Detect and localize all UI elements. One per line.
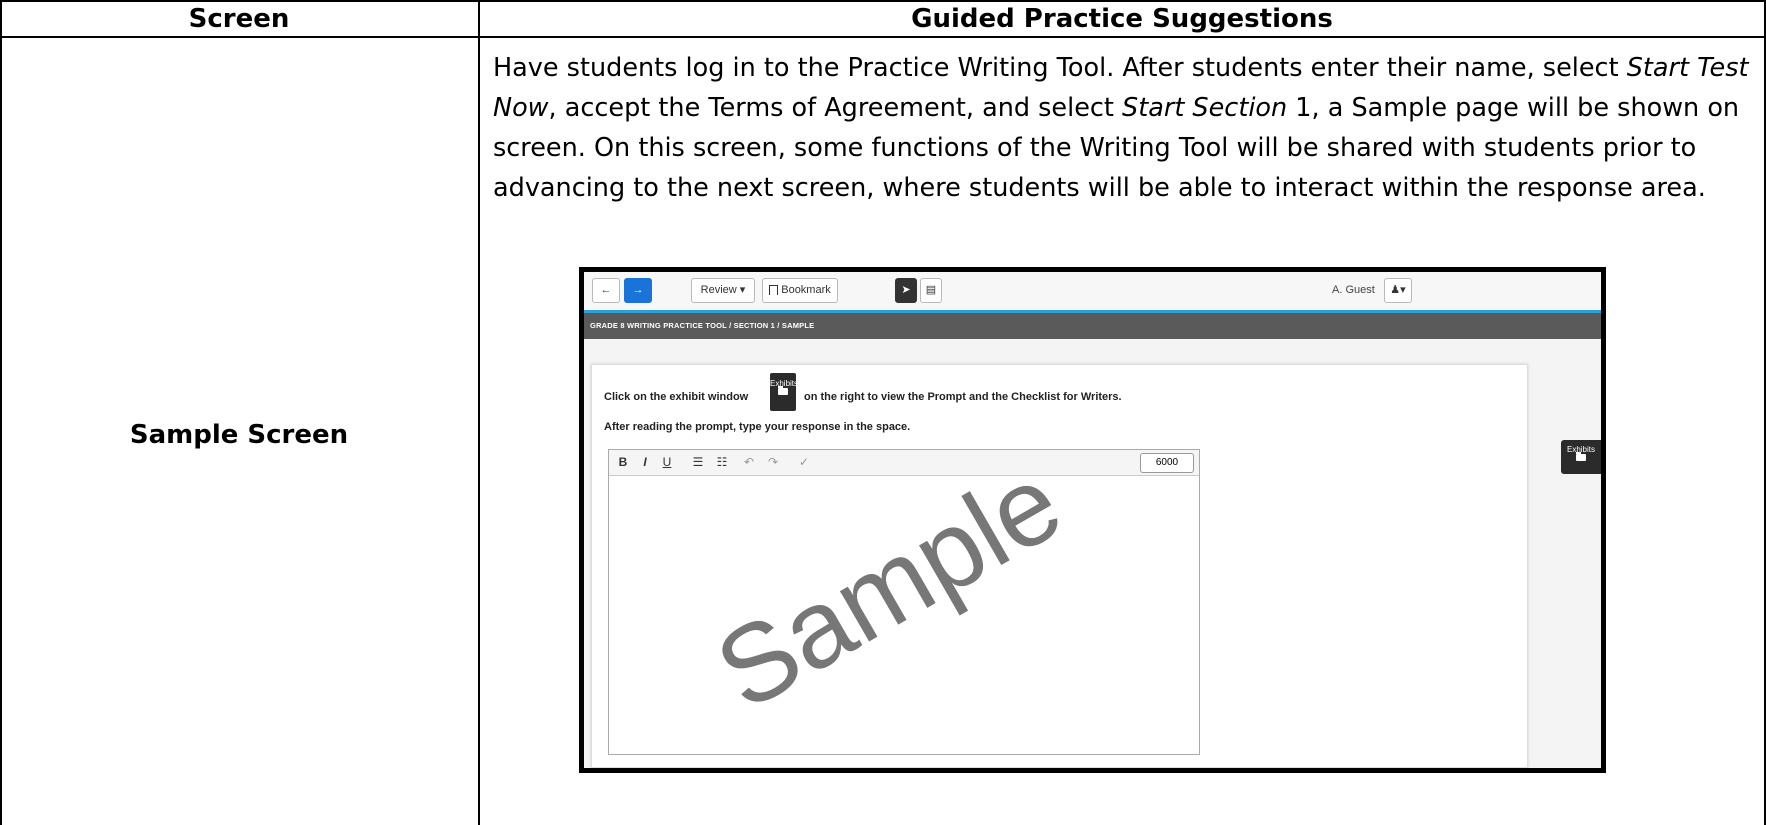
header-divider	[0, 36, 1766, 38]
writing-tool-screenshot: ← → Review ▾ Bookmark ➤ ▤ A. Guest ♟▾ GR…	[579, 267, 1606, 773]
start-section-text: Start Section	[1122, 93, 1288, 123]
guided-practice-table: Screen Guided Practice Suggestions Sampl…	[0, 0, 1766, 825]
table-border-left	[0, 0, 2, 825]
character-count: 6000	[1140, 453, 1194, 473]
back-button[interactable]: ←	[592, 278, 620, 303]
exhibits-side-tab[interactable]: Exhibits	[1561, 440, 1601, 474]
user-name: A. Guest	[1332, 284, 1375, 296]
exhibits-inline-label: Exhibits	[770, 379, 799, 388]
user-menu-caret: ▾	[1400, 284, 1406, 296]
folder-icon	[778, 386, 788, 395]
bookmark-icon	[769, 285, 779, 296]
paragraph-text-1: Have students log in to the Practice Wri…	[493, 53, 1627, 83]
numbered-list-icon[interactable]: ☷	[713, 453, 731, 472]
spellcheck-icon[interactable]: ✓	[795, 453, 813, 472]
instruction-exhibit-2: on the right to view the Prompt and the …	[804, 391, 1122, 403]
arrow-right-icon: →	[632, 284, 644, 296]
bullet-list-icon[interactable]: ☰	[689, 453, 707, 472]
notes-icon: ▤	[925, 284, 937, 296]
instruction-exhibit-1: Click on the exhibit window	[604, 391, 749, 403]
bookmark-label: Bookmark	[781, 284, 831, 296]
italic-button[interactable]: I	[637, 453, 653, 472]
review-dropdown[interactable]: Review ▾	[691, 278, 755, 303]
row-label-sample-screen: Sample Screen	[129, 420, 349, 450]
undo-icon[interactable]: ↶	[741, 453, 757, 472]
exhibits-side-label: Exhibits	[1566, 445, 1595, 454]
breadcrumb: GRADE 8 WRITING PRACTICE TOOL / SECTION …	[584, 313, 1601, 339]
editor-toolbar: B I U ☰ ☷ ↶ ↷ ✓ 6000	[609, 450, 1199, 476]
pointer-tool-button[interactable]: ➤	[895, 278, 917, 303]
sample-watermark: Sample	[696, 440, 1082, 734]
user-icon: ♟	[1390, 284, 1401, 296]
notes-tool-button[interactable]: ▤	[920, 278, 942, 303]
underline-button[interactable]: U	[659, 453, 675, 472]
exhibits-inline-button[interactable]: Exhibits	[770, 373, 799, 411]
instruction-response: After reading the prompt, type your resp…	[604, 421, 911, 433]
bold-button[interactable]: B	[615, 453, 631, 472]
column-header-suggestions: Guided Practice Suggestions	[911, 4, 1333, 34]
item-panel: Click on the exhibit window Exhibits on …	[591, 364, 1528, 768]
pointer-icon: ➤	[901, 284, 911, 296]
user-menu-button[interactable]: ♟▾	[1384, 278, 1412, 303]
response-editor[interactable]: B I U ☰ ☷ ↶ ↷ ✓ 6000 Sample	[608, 440, 1200, 755]
tool-top-bar: ← → Review ▾ Bookmark ➤ ▤ A. Guest ♟▾	[584, 272, 1601, 313]
column-header-screen: Screen	[188, 4, 290, 34]
next-button[interactable]: →	[624, 278, 652, 303]
paragraph-text-2: , accept the Terms of Agreement, and sel…	[548, 93, 1123, 123]
folder-icon	[1576, 452, 1586, 461]
instructions-paragraph: Have students log in to the Practice Wri…	[493, 48, 1755, 208]
bookmark-button[interactable]: Bookmark	[762, 278, 838, 303]
column-divider	[478, 0, 480, 825]
arrow-left-icon: ←	[600, 284, 612, 296]
redo-icon[interactable]: ↷	[765, 453, 781, 472]
